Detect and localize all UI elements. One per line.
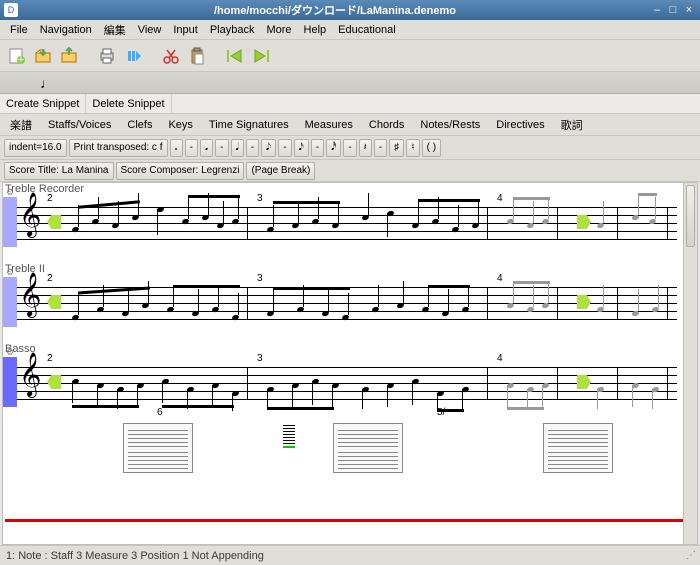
glyph-13[interactable]: -: [374, 139, 387, 157]
measure-number: 4: [497, 193, 503, 204]
measure-number: 3: [257, 353, 263, 364]
score-title-button[interactable]: Score Title: La Manina: [4, 162, 114, 180]
staff-side-3[interactable]: [3, 357, 17, 407]
glyph-9[interactable]: -: [311, 139, 324, 157]
score-composer-button[interactable]: Score Composer: Legrenzi: [116, 162, 245, 180]
resize-grip[interactable]: ⋰: [686, 550, 694, 561]
property-bar: indent=16.0 Print transposed: c f 𝅗 - 𝅘 …: [0, 136, 700, 160]
open-file-icon[interactable]: [32, 45, 54, 67]
tab-score[interactable]: 楽譜: [4, 116, 38, 134]
tab-measures[interactable]: Measures: [299, 116, 359, 134]
measure-number: 2: [47, 193, 53, 204]
transposed-button[interactable]: Print transposed: c f: [69, 139, 168, 157]
glyph-4[interactable]: 𝅘𝅥: [231, 139, 244, 157]
play-icon[interactable]: [122, 45, 144, 67]
staff-2[interactable]: ⚙ 𝄞 2 3 4: [17, 277, 677, 327]
gear-icon[interactable]: ⚙: [3, 187, 17, 197]
glyph-2[interactable]: 𝅘: [200, 139, 213, 157]
page-break-button[interactable]: (Page Break): [246, 162, 315, 180]
window-title: /home/mocchi/ダウンロード/LaManina.denemo: [22, 2, 648, 18]
tab-notes[interactable]: Notes/Rests: [414, 116, 486, 134]
treble-clef-icon: 𝄞: [19, 359, 41, 391]
glyph-1[interactable]: -: [185, 139, 198, 157]
glyph-11[interactable]: -: [343, 139, 356, 157]
thumbnail-2[interactable]: [333, 423, 403, 473]
cut-icon[interactable]: [160, 45, 182, 67]
glyph-5[interactable]: -: [246, 139, 259, 157]
gear-icon[interactable]: ⚙: [3, 347, 17, 357]
print-icon[interactable]: [96, 45, 118, 67]
menu-edit[interactable]: 編集: [98, 20, 132, 39]
glyph-8[interactable]: 𝅘𝅥𝅯: [294, 139, 309, 157]
tab-chords[interactable]: Chords: [363, 116, 410, 134]
status-text: 1: Note : Staff 3 Measure 3 Position 1 N…: [6, 550, 264, 562]
glyph-12[interactable]: 𝄽: [359, 139, 372, 157]
measure-number: 3: [257, 273, 263, 284]
glyph-3[interactable]: -: [215, 139, 228, 157]
duration-toolbar: ♩: [0, 72, 700, 94]
maximize-button[interactable]: □: [666, 3, 680, 17]
paste-icon[interactable]: [186, 45, 208, 67]
menu-navigation[interactable]: Navigation: [34, 20, 98, 39]
playback-bar[interactable]: [5, 519, 695, 522]
figured-bass: 6: [157, 407, 163, 418]
menu-input[interactable]: Input: [167, 20, 203, 39]
create-snippet-button[interactable]: Create Snippet: [0, 94, 86, 113]
thumbnails: [123, 423, 613, 473]
glyph-15[interactable]: ♮: [406, 139, 420, 157]
menu-view[interactable]: View: [132, 20, 168, 39]
measure-number: 2: [47, 353, 53, 364]
menu-help[interactable]: Help: [298, 20, 333, 39]
vertical-scrollbar[interactable]: [683, 183, 697, 544]
prev-icon[interactable]: [224, 45, 246, 67]
menu-educational[interactable]: Educational: [332, 20, 402, 39]
glyph-14[interactable]: ♯: [389, 139, 404, 157]
staff-side-1[interactable]: [3, 197, 17, 247]
tab-staffs[interactable]: Staffs/Voices: [42, 116, 117, 134]
delete-snippet-button[interactable]: Delete Snippet: [86, 94, 171, 113]
svg-text:+: +: [18, 54, 24, 65]
glyph-6[interactable]: 𝅘𝅥𝅮: [261, 139, 276, 157]
save-file-icon[interactable]: [58, 45, 80, 67]
thumbnail-3[interactable]: [543, 423, 613, 473]
treble-clef-icon: 𝄞: [19, 199, 41, 231]
score-area[interactable]: Treble Recorder ⚙ 𝄞 2 3 4: [2, 182, 698, 545]
statusbar: 1: Note : Staff 3 Measure 3 Position 1 N…: [0, 545, 700, 565]
score-info-bar: Score Title: La Manina Score Composer: L…: [0, 160, 700, 182]
app-icon: D: [4, 3, 18, 17]
tab-timesig[interactable]: Time Signatures: [203, 116, 295, 134]
category-tabs: 楽譜 Staffs/Voices Clefs Keys Time Signatu…: [0, 114, 700, 136]
note-quarter-icon[interactable]: ♩: [40, 75, 54, 91]
glyph-16[interactable]: ( ): [422, 139, 441, 157]
tab-keys[interactable]: Keys: [162, 116, 198, 134]
tab-directives[interactable]: Directives: [490, 116, 550, 134]
measure-number: 2: [47, 273, 53, 284]
indent-button[interactable]: indent=16.0: [4, 139, 67, 157]
new-file-icon[interactable]: +: [6, 45, 28, 67]
glyph-0[interactable]: 𝅗: [170, 139, 183, 157]
menu-playback[interactable]: Playback: [204, 20, 261, 39]
minimize-button[interactable]: –: [650, 3, 664, 17]
main-toolbar: +: [0, 40, 700, 72]
measure-number: 3: [257, 193, 263, 204]
glyph-10[interactable]: 𝅘𝅥𝅰: [326, 139, 341, 157]
snippet-bar: Create Snippet Delete Snippet: [0, 94, 700, 114]
gear-icon[interactable]: ⚙: [3, 267, 17, 277]
thumbnail-1[interactable]: [123, 423, 193, 473]
tab-clefs[interactable]: Clefs: [121, 116, 158, 134]
menubar: File Navigation 編集 View Input Playback M…: [0, 20, 700, 40]
glyph-7[interactable]: -: [278, 139, 291, 157]
staff-1[interactable]: ⚙ 𝄞 2 3 4: [17, 197, 677, 247]
close-button[interactable]: ×: [682, 3, 696, 17]
next-icon[interactable]: [250, 45, 272, 67]
treble-clef-icon: 𝄞: [19, 279, 41, 311]
staff-side-2[interactable]: [3, 277, 17, 327]
menu-more[interactable]: More: [260, 20, 297, 39]
tab-lyrics[interactable]: 歌詞: [555, 116, 589, 134]
menu-file[interactable]: File: [4, 20, 34, 39]
staff-3[interactable]: ⚙ 𝄞 2 3 4 6: [17, 357, 677, 407]
measure-number: 4: [497, 273, 503, 284]
measure-number: 4: [497, 353, 503, 364]
titlebar: D /home/mocchi/ダウンロード/LaManina.denemo – …: [0, 0, 700, 20]
